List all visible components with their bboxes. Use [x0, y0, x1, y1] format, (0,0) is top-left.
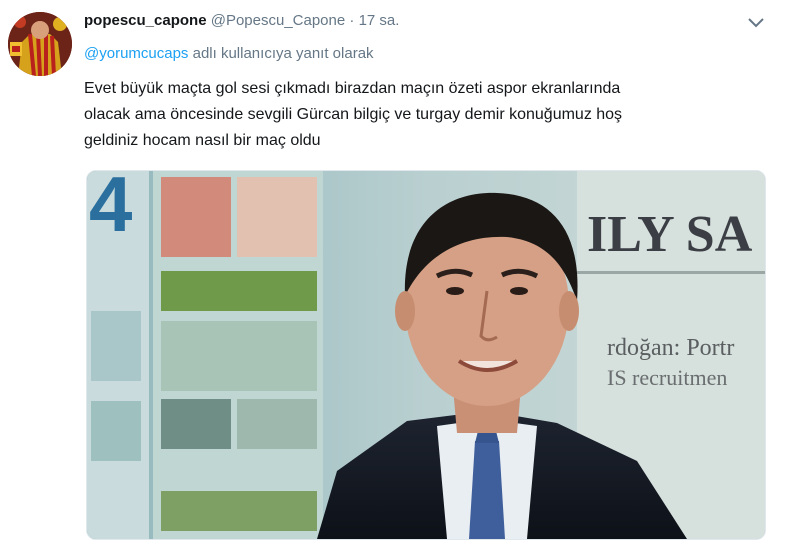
- media-illustration: 4 ILY SA rdoğan: Portr IS recruitmen: [87, 171, 765, 539]
- reply-context: @yorumcucaps adlı kullanıcıya yanıt olar…: [84, 45, 374, 62]
- display-name[interactable]: popescu_capone: [84, 12, 207, 29]
- chevron-down-icon[interactable]: [747, 16, 765, 28]
- media-paper-title: ILY SA: [587, 206, 753, 263]
- reply-mention-link[interactable]: @yorumcucaps: [84, 45, 188, 62]
- media-headline-2: IS recruitmen: [607, 365, 727, 390]
- tweet-text-line: geldiniz hocam nasıl bir maç oldu: [84, 132, 321, 149]
- separator-dot: ·: [349, 12, 355, 29]
- avatar[interactable]: [8, 12, 72, 76]
- tweet-text: Evet büyük maçta gol sesi çıkmadı birazd…: [84, 76, 734, 154]
- tweet-header: popescu_capone @Popescu_Capone · 17 sa.: [84, 12, 767, 34]
- user-handle[interactable]: @Popescu_Capone: [211, 12, 346, 29]
- reply-context-label: adlı kullanıcıya yanıt olarak: [192, 45, 374, 62]
- tweet-text-line: olacak ama öncesinde sevgili Gürcan bilg…: [84, 106, 623, 123]
- tweet-media-image[interactable]: 4 ILY SA rdoğan: Portr IS recruitmen: [86, 170, 766, 540]
- tweet-timestamp[interactable]: 17 sa.: [359, 12, 400, 29]
- media-headline-1: rdoğan: Portr: [607, 335, 734, 361]
- tweet-text-line: Evet büyük maçta gol sesi çıkmadı birazd…: [84, 80, 621, 97]
- media-big-number: 4: [89, 171, 132, 248]
